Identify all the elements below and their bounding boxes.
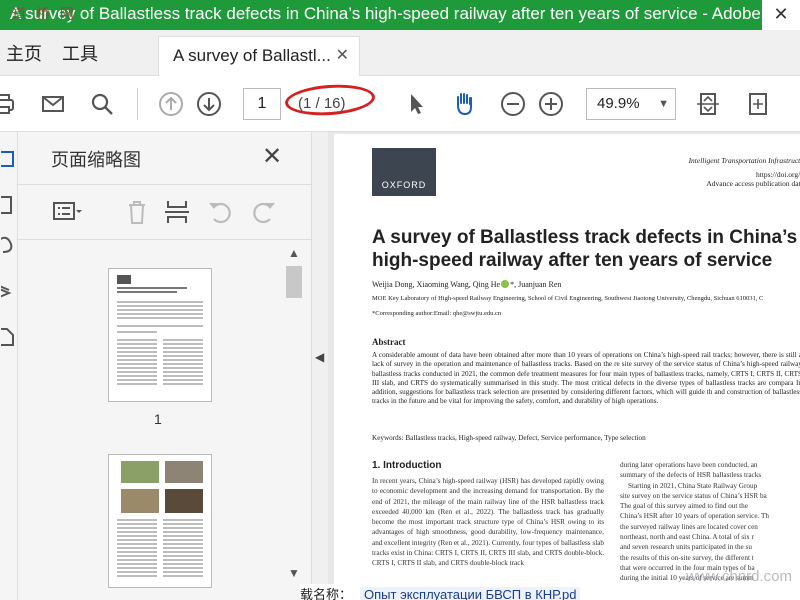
search-icon[interactable] xyxy=(86,88,118,120)
zoom-value: 49.9% xyxy=(597,95,640,112)
text-line: site survey on the service status of Chi… xyxy=(620,491,767,500)
attachment-icon[interactable] xyxy=(1,236,17,254)
scroll-down-icon[interactable]: ▼ xyxy=(288,566,300,580)
page-thumbnails-icon[interactable] xyxy=(1,150,17,168)
abstract-text: A considerable amount of data have been … xyxy=(372,351,800,406)
document-tab[interactable]: A survey of Ballastl... ✕ xyxy=(158,36,360,76)
previous-page-icon[interactable] xyxy=(155,88,187,120)
panel-close-icon[interactable]: ✕ xyxy=(262,142,282,171)
authors-rest: *, Juanjuan Ren xyxy=(510,280,562,289)
abstract-heading: Abstract xyxy=(372,337,406,347)
tab-bar: 主页 工具 A survey of Ballastl... ✕ xyxy=(0,30,800,76)
panel-splitter[interactable]: ◀ xyxy=(312,132,328,600)
text-line: summary of the defects of HSR ballastles… xyxy=(620,471,762,480)
document-view[interactable]: OXFORD Intelligent Transportation Infras… xyxy=(328,132,800,600)
page-thumbnails-panel: 页面缩略图 ✕ 1 ▲ ▼ xyxy=(18,132,312,600)
print-icon[interactable] xyxy=(0,88,20,120)
thumbnail-scrollbar[interactable]: ▲ ▼ xyxy=(284,244,304,584)
authors-first: Weijia Dong, Xiaoming Wang, Qing He xyxy=(372,280,501,289)
panel-title: 页面缩略图 xyxy=(51,150,141,170)
zoom-in-icon[interactable] xyxy=(535,88,567,120)
filename-value[interactable]: Опыт эксплуатации БВСП в КНР.pd xyxy=(360,587,581,600)
text-line: The goal of this survey aimed to find ou… xyxy=(620,502,748,511)
window-close-button[interactable]: ✕ xyxy=(762,0,800,30)
introduction-heading: 1. Introduction xyxy=(372,460,442,471)
corresponding-author: *Corresponding author:Email: qhe@swjtu.e… xyxy=(372,310,502,317)
download-filename-bar: 载名称： Опыт эксплуатации БВСП в КНР.pd xyxy=(300,584,800,600)
text-line: Starting in 2021, China State Railway Gr… xyxy=(628,481,758,490)
introduction-column-1: In recent years, China’s high-speed rail… xyxy=(372,477,604,568)
journal-name: Intelligent Transportation Infrastructu xyxy=(688,156,800,165)
window-titlebar: A survey of Ballastless track defects in… xyxy=(0,0,800,30)
filename-label: 载名称： xyxy=(300,587,353,600)
scrollbar-thumb[interactable] xyxy=(286,266,302,298)
publisher-logo: OXFORD xyxy=(372,148,436,196)
page-thumbnail-1[interactable] xyxy=(108,268,212,402)
watermark-text: 道 桥 网 xyxy=(12,6,77,22)
delete-page-icon[interactable] xyxy=(122,197,152,227)
tools-tab[interactable]: 工具 xyxy=(62,40,98,66)
text-line: during later operations have been conduc… xyxy=(620,461,758,469)
advance-access-note: Advance access publication date xyxy=(706,179,800,188)
home-tab[interactable]: 主页 xyxy=(6,40,42,66)
thumbnail-page-number: 1 xyxy=(154,411,162,427)
affiliation: MOE Key Laboratory of High-speed Railway… xyxy=(372,295,764,302)
collapse-panel-icon[interactable]: ◀ xyxy=(315,350,324,364)
page-thumbnail-2[interactable] xyxy=(108,454,212,588)
keywords: Keywords: Ballastless tracks, High-speed… xyxy=(372,434,646,442)
authors: Weijia Dong, Xiaoming Wang, Qing He *, Ju… xyxy=(372,280,561,289)
text-line: and seven research units participated in… xyxy=(620,543,752,552)
document-icon[interactable] xyxy=(1,328,17,346)
text-line: the results of this on-site survey, the … xyxy=(620,553,754,562)
toolbar: 1 (1 / 16) 49.9% ▼ xyxy=(0,76,800,132)
scroll-up-icon[interactable]: ▲ xyxy=(288,246,300,260)
window-title: A survey of Ballastless track defects in… xyxy=(10,4,761,23)
paper-title: A survey of Ballastless track defects in… xyxy=(372,227,798,271)
text-line: northeast, north and east China. A total… xyxy=(620,533,754,542)
panel-toolbar xyxy=(18,184,312,240)
toolbar-divider xyxy=(137,88,138,120)
rotate-right-icon[interactable] xyxy=(248,197,278,227)
options-menu-icon[interactable] xyxy=(52,197,82,227)
document-tab-close-icon[interactable]: ✕ xyxy=(336,37,349,75)
rotate-left-icon[interactable] xyxy=(206,197,236,227)
zoom-select[interactable]: 49.9% ▼ xyxy=(586,88,676,120)
layers-icon[interactable] xyxy=(1,284,17,302)
text-line: the surveyed railway lines are located c… xyxy=(620,522,758,531)
bookmark-icon[interactable] xyxy=(1,196,17,214)
email-icon[interactable] xyxy=(37,88,69,120)
chevron-down-icon: ▼ xyxy=(658,98,669,110)
pdf-page: OXFORD Intelligent Transportation Infras… xyxy=(334,134,800,600)
left-rail xyxy=(0,132,18,600)
extract-page-icon[interactable] xyxy=(162,197,192,227)
document-tab-label: A survey of Ballastl... xyxy=(173,46,331,65)
select-cursor-icon[interactable] xyxy=(400,88,432,120)
doi-link[interactable]: https://doi.org/1 xyxy=(756,170,800,179)
zoom-out-icon[interactable] xyxy=(497,88,529,120)
hand-tool-icon[interactable] xyxy=(448,88,480,120)
page-number-input[interactable]: 1 xyxy=(243,88,281,120)
fit-page-icon[interactable] xyxy=(692,88,724,120)
text-line: China’s HSR after 10 years of operation … xyxy=(620,512,769,521)
next-page-icon[interactable] xyxy=(193,88,225,120)
full-screen-icon[interactable] xyxy=(742,88,774,120)
corner-watermark: www.chnrd.com xyxy=(686,568,792,585)
introduction-column-2: during later operations have been conduc… xyxy=(620,460,800,584)
orcid-icon[interactable] xyxy=(501,280,510,288)
